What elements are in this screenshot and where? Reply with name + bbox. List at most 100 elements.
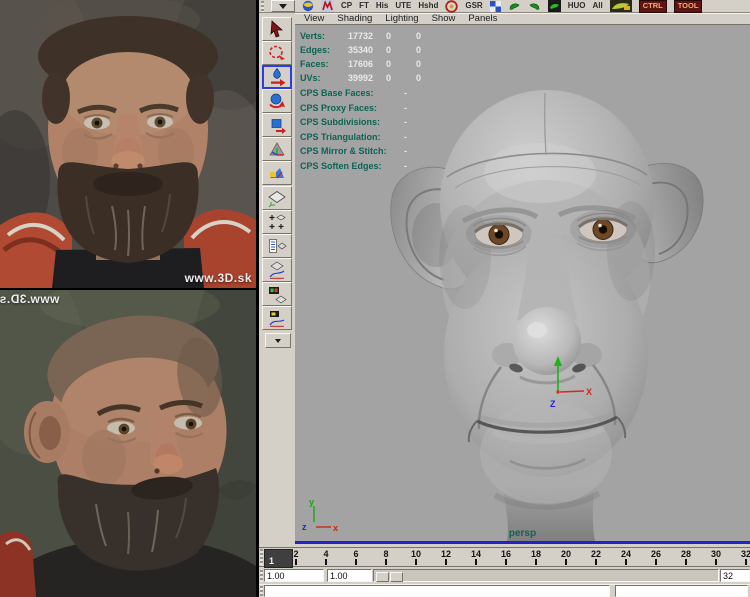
select-tool-icon xyxy=(267,19,287,39)
timeline-tick: 32 xyxy=(734,548,750,567)
hypershade-pane-icon xyxy=(267,284,287,304)
command-result-field xyxy=(615,585,748,597)
select-tool-button[interactable] xyxy=(262,17,292,41)
reference-photo-three-quarter-art xyxy=(0,290,256,597)
hud-edges-value-2: 0 xyxy=(386,45,391,55)
photo-watermark: www.3D.sk xyxy=(185,271,252,285)
hud-cps-soften-value: - xyxy=(404,161,407,171)
timeline-tick: 28 xyxy=(674,548,698,567)
manip-z-label: Z xyxy=(550,399,556,409)
persp-graph-icon xyxy=(267,260,287,280)
layout-single-pane-button[interactable] xyxy=(262,186,292,210)
checker-icon[interactable] xyxy=(490,1,501,12)
shelf-ctrl-button[interactable]: CTRL xyxy=(639,0,667,13)
layout-four-pane-button[interactable] xyxy=(262,210,292,234)
shelf-dropdown-button[interactable] xyxy=(271,0,295,12)
menu-show[interactable]: Show xyxy=(432,14,456,24)
palette-icon[interactable] xyxy=(610,0,632,12)
hud-edges-label: Edges: xyxy=(300,45,330,55)
shelf-item-his[interactable]: His xyxy=(376,2,388,10)
layout-outliner-pane-button[interactable] xyxy=(262,234,292,258)
reference-photo-front-art xyxy=(0,0,256,288)
timeline-tick: 10 xyxy=(404,548,428,567)
screen: www.3D.sk xyxy=(0,0,750,597)
hud-faces-value: 17606 xyxy=(348,59,373,69)
timeline-tick: 18 xyxy=(524,548,548,567)
shelf-bar: CP FT His UTE Hshd GSR xyxy=(259,0,750,13)
manip-x-label: X xyxy=(586,387,592,397)
menu-view[interactable]: View xyxy=(304,14,324,24)
scale-tool-icon xyxy=(267,115,287,135)
timeline-tick: 26 xyxy=(644,548,668,567)
green-creature-icon-2[interactable] xyxy=(528,0,541,12)
rotate-tool-button[interactable] xyxy=(262,89,292,113)
layout-uv-graph-button[interactable] xyxy=(262,306,292,330)
axis-y-label: y xyxy=(309,497,314,507)
reference-photo-front: www.3D.sk xyxy=(0,0,256,288)
timeline-tick: 6 xyxy=(344,548,368,567)
timeline-tick: 22 xyxy=(584,548,608,567)
timeline-tick: 4 xyxy=(314,548,338,567)
universal-manipulator-icon xyxy=(267,139,287,159)
layout-dropdown-button[interactable] xyxy=(265,333,291,348)
range-slider-track[interactable] xyxy=(373,569,719,582)
command-input[interactable] xyxy=(264,585,610,597)
perspective-viewport[interactable]: X Z y z x Verts: 17732 0 0 xyxy=(295,25,750,544)
menu-lighting[interactable]: Lighting xyxy=(385,14,418,24)
hud-verts-value-3: 0 xyxy=(416,31,421,41)
move-tool-button[interactable] xyxy=(262,65,292,89)
shelf-item-ft[interactable]: FT xyxy=(359,2,369,10)
layout-hypershade-pane-button[interactable] xyxy=(262,282,292,306)
timeline-tick: 30 xyxy=(704,548,728,567)
shelf-item-gsr[interactable]: GSR xyxy=(465,2,482,10)
hud-cps-proxy-value: - xyxy=(404,103,407,113)
range-slider-handle-right[interactable] xyxy=(390,572,403,582)
green-creature-icon-1[interactable] xyxy=(508,0,521,12)
scale-tool-button[interactable] xyxy=(262,113,292,137)
playback-start-field[interactable] xyxy=(327,569,372,582)
hud-verts-label: Verts: xyxy=(300,31,325,41)
lasso-tool-button[interactable] xyxy=(262,41,292,65)
hud-uvs-value-3: 0 xyxy=(416,73,421,83)
shelf-tool-button[interactable]: TOOL xyxy=(674,0,703,13)
hud-verts-value-2: 0 xyxy=(386,31,391,41)
soft-mod-tool-button[interactable] xyxy=(262,161,292,185)
hud-cps-mirror-label: CPS Mirror & Stitch: xyxy=(300,146,387,156)
hud-faces-value-2: 0 xyxy=(386,59,391,69)
toolbox xyxy=(259,13,295,547)
time-slider[interactable]: 1 2 4 6 8 10 12 14 16 18 20 22 24 26 28 … xyxy=(259,547,750,567)
hud-faces-value-3: 0 xyxy=(416,59,421,69)
command-line xyxy=(259,584,750,597)
time-slider-grip[interactable] xyxy=(260,549,263,565)
rotate-tool-icon xyxy=(267,91,287,111)
shelf-item-huo[interactable]: HUO xyxy=(568,2,586,10)
maya-icon[interactable] xyxy=(321,0,334,12)
current-frame-number: 1 xyxy=(269,556,274,566)
four-pane-icon xyxy=(267,212,287,232)
timeline-tick: 8 xyxy=(374,548,398,567)
layout-persp-graph-button[interactable] xyxy=(262,258,292,282)
timeline-tick: 14 xyxy=(464,548,488,567)
menu-shading[interactable]: Shading xyxy=(337,14,372,24)
universal-manipulator-button[interactable] xyxy=(262,137,292,161)
range-slider-handle-left[interactable] xyxy=(376,572,389,582)
range-slider-grip[interactable] xyxy=(260,570,263,582)
lifesaver-icon[interactable] xyxy=(445,0,458,13)
timeline-tick: 20 xyxy=(554,548,578,567)
green-creature-icon-3[interactable] xyxy=(548,0,561,12)
animation-start-field[interactable] xyxy=(264,569,324,582)
hud-edges-value-3: 0 xyxy=(416,45,421,55)
range-slider-bar xyxy=(259,568,750,583)
menu-panels[interactable]: Panels xyxy=(468,14,497,24)
hud-uvs-value: 39992 xyxy=(348,73,373,83)
shelf-grip[interactable] xyxy=(261,1,264,12)
timeline-tick: 12 xyxy=(434,548,458,567)
shelf-item-hshd[interactable]: Hshd xyxy=(418,2,438,10)
shelf-item-ute[interactable]: UTE xyxy=(395,2,411,10)
command-line-grip[interactable] xyxy=(260,586,263,597)
timeline-tick: 24 xyxy=(614,548,638,567)
globe-icon[interactable] xyxy=(302,0,314,12)
animation-end-field[interactable] xyxy=(720,569,750,582)
shelf-item-all[interactable]: All xyxy=(592,2,602,10)
shelf-item-cp[interactable]: CP xyxy=(341,2,352,10)
